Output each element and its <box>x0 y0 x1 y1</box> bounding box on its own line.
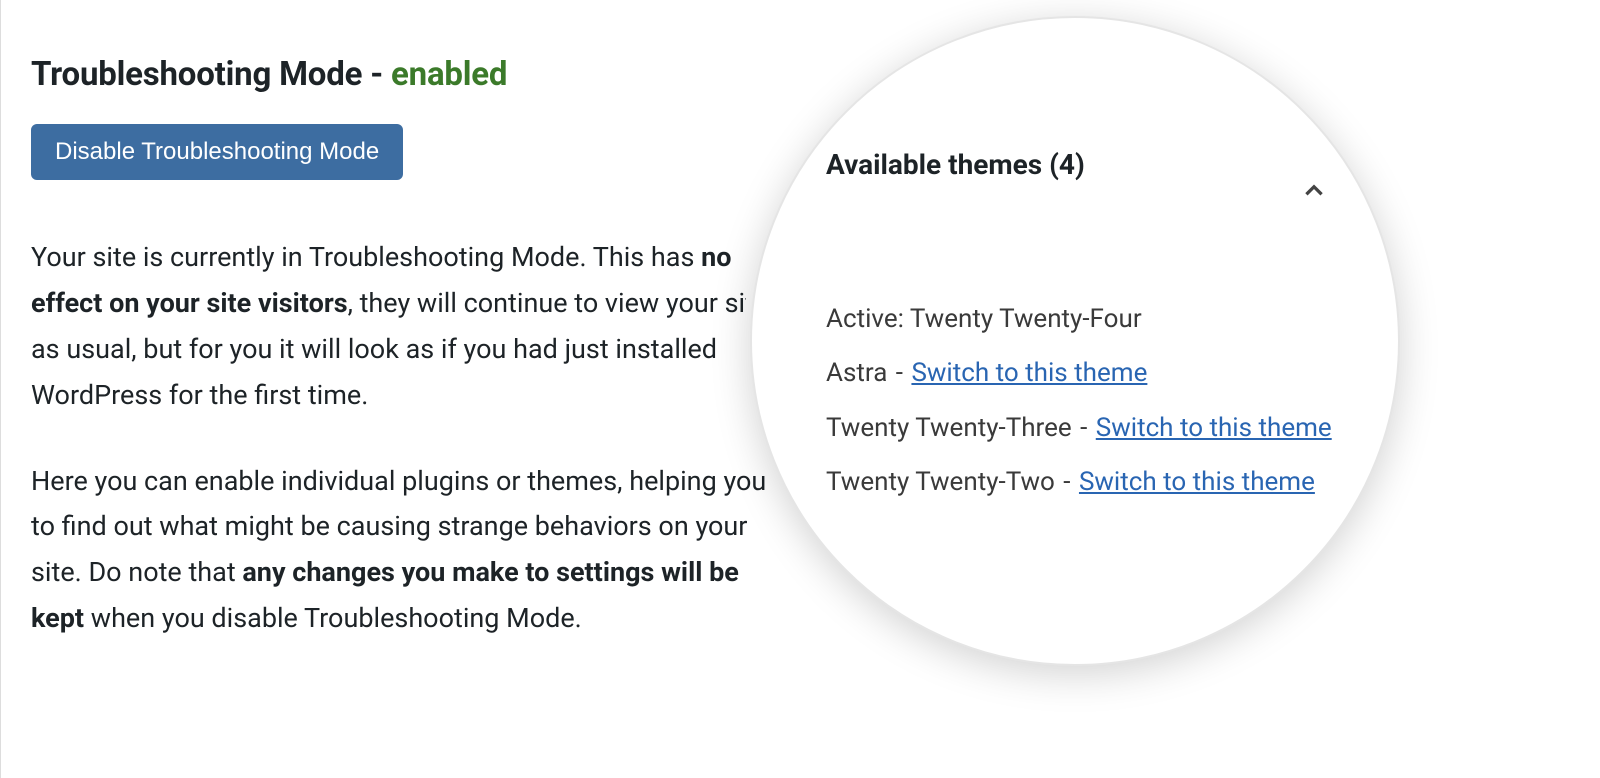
description-paragraph-2: Here you can enable individual plugins o… <box>31 459 770 643</box>
theme-row: Twenty Twenty-Three - Switch to this the… <box>826 410 1346 446</box>
active-theme-name: Twenty Twenty-Four <box>910 304 1142 334</box>
description-paragraph-1: Your site is currently in Troubleshootin… <box>31 235 770 419</box>
theme-name: Astra <box>826 358 887 388</box>
mode-status: enabled <box>391 55 507 94</box>
lens-available-themes-heading[interactable]: Available themes (4) <box>826 148 1346 181</box>
disable-troubleshooting-button[interactable]: Disable Troubleshooting Mode <box>31 124 403 180</box>
switch-theme-link[interactable]: Switch to this theme <box>1096 413 1332 443</box>
theme-row: Twenty Twenty-Two - Switch to this theme <box>826 464 1346 500</box>
theme-name: Twenty Twenty-Three <box>826 413 1072 443</box>
theme-row: Astra - Switch to this theme <box>826 355 1346 391</box>
switch-theme-link[interactable]: Switch to this theme <box>1079 467 1315 497</box>
page-title: Troubleshooting Mode - enabled <box>31 55 770 94</box>
magnified-lens: Available themes (4) Active: Twenty Twen… <box>750 16 1400 666</box>
theme-name: Twenty Twenty-Two <box>826 467 1055 497</box>
title-prefix: Troubleshooting Mode - <box>31 55 391 94</box>
active-theme-line: Active: Twenty Twenty-Four <box>826 301 1346 337</box>
chevron-up-icon <box>1300 176 1328 204</box>
switch-theme-link[interactable]: Switch to this theme <box>911 358 1147 388</box>
